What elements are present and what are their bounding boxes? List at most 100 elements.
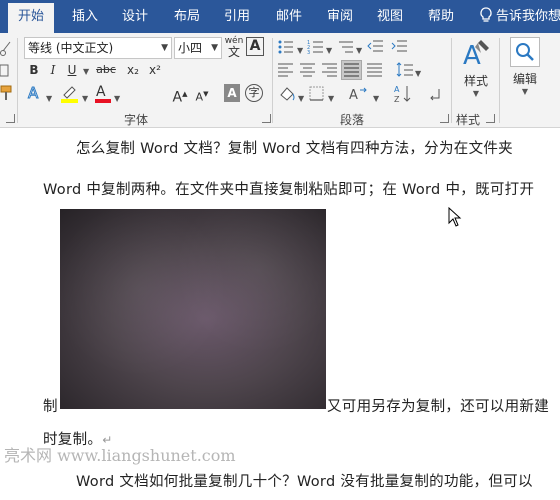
chevron-down-icon[interactable]: ▼: [415, 66, 421, 82]
tell-me-box[interactable]: 告诉我你想: [479, 0, 560, 33]
chevron-down-icon: ▼: [521, 87, 529, 96]
align-center-icon[interactable]: [299, 62, 317, 78]
paragraph-group-label: 段落: [340, 113, 365, 127]
underline-button[interactable]: U: [64, 59, 80, 81]
doc-line-5: Word 文档如何批量复制几十个？Word 没有批量复制的功能，但可以: [76, 474, 533, 490]
shrink-glyph: A: [195, 90, 204, 104]
justify-button[interactable]: [341, 60, 362, 80]
grow-font-button[interactable]: A▲: [171, 83, 189, 106]
svg-text:3: 3: [307, 50, 310, 55]
character-border-char: A: [249, 38, 261, 54]
chevron-down-icon[interactable]: ▼: [326, 43, 332, 59]
font-color-icon[interactable]: A: [94, 83, 112, 103]
chevron-down-icon[interactable]: ▼: [298, 91, 304, 107]
phonetic-guide-button[interactable]: wén 文: [224, 36, 244, 58]
character-shading-button[interactable]: A: [224, 84, 240, 102]
font-dialog-launcher[interactable]: [262, 114, 271, 123]
bullets-icon[interactable]: [277, 39, 299, 55]
strike-glyph: abc: [96, 63, 116, 76]
styles-dialog-launcher[interactable]: [486, 114, 495, 123]
svg-text:Z: Z: [394, 95, 400, 104]
doc-line-1: 怎么复制 Word 文档？复制 Word 文档有四种方法，分为在文件夹: [76, 141, 513, 157]
svg-text:A: A: [28, 84, 39, 102]
line-spacing-icon[interactable]: [396, 61, 414, 79]
mouse-pointer-icon: [448, 207, 462, 227]
styles-icon: A: [463, 40, 489, 71]
chevron-down-icon[interactable]: ▼: [46, 91, 52, 107]
embedded-image[interactable]: [60, 209, 326, 409]
copy-icon[interactable]: [0, 63, 12, 79]
borders-icon[interactable]: [309, 86, 325, 102]
styles-label: 样式: [463, 74, 488, 88]
document-page[interactable]: 怎么复制 Word 文档？复制 Word 文档有四种方法，分为在文件夹 Word…: [0, 129, 560, 500]
align-right-icon[interactable]: [321, 62, 339, 78]
chevron-down-icon[interactable]: ▼: [83, 64, 89, 80]
editing-button[interactable]: 编辑 ▼: [505, 37, 545, 96]
format-painter-icon[interactable]: [0, 85, 14, 101]
font-name-value: 等线 (中文正文): [28, 41, 114, 55]
ribbon-tab-bar: 开始 插入 设计 布局 引用 邮件 审阅 视图 帮助 告诉我你想: [0, 0, 560, 33]
tab-help[interactable]: 帮助: [428, 0, 454, 33]
clipboard-launcher[interactable]: [6, 114, 15, 123]
shrink-font-button[interactable]: A▼: [193, 83, 211, 105]
italic-glyph: I: [50, 63, 56, 77]
tab-home[interactable]: 开始: [8, 3, 55, 33]
text-effects-icon[interactable]: A: [26, 84, 44, 102]
decrease-indent-icon[interactable]: [367, 39, 385, 55]
ribbon: 等线 (中文正文) ▼ 小四 ▼ wén 文 A B I U ▼ abc x₂ …: [0, 33, 560, 128]
chinese-layout-icon[interactable]: A: [349, 85, 371, 103]
tell-me-text: 告诉我你想: [496, 9, 560, 24]
strikethrough-button[interactable]: abc: [93, 59, 119, 81]
underline-glyph: U: [67, 63, 77, 77]
character-border-button[interactable]: A: [246, 37, 264, 56]
search-icon: [510, 37, 540, 67]
watermark: 亮术网 www.liangshunet.com: [4, 446, 236, 465]
chevron-down-icon[interactable]: ▼: [328, 91, 334, 107]
chevron-down-icon: ▼: [472, 89, 480, 98]
align-left-icon[interactable]: [277, 62, 295, 78]
distributed-icon[interactable]: [366, 62, 384, 78]
separator: [17, 38, 18, 123]
chevron-down-icon[interactable]: ▼: [297, 43, 303, 59]
tab-references[interactable]: 引用: [224, 0, 250, 33]
bold-glyph: B: [29, 63, 39, 77]
chevron-down-icon[interactable]: ▼: [114, 91, 120, 107]
cut-icon[interactable]: [0, 41, 12, 57]
highlight-icon[interactable]: [60, 83, 80, 103]
shading-glyph: A: [227, 86, 237, 100]
doc-line-3-prefix: 制: [43, 399, 58, 415]
chevron-down-icon: ▼: [211, 43, 218, 53]
superscript-button[interactable]: x²: [146, 59, 164, 81]
sort-icon[interactable]: AZ: [394, 84, 412, 104]
separator: [272, 38, 273, 123]
paragraph-dialog-launcher[interactable]: [440, 114, 449, 123]
tab-layout[interactable]: 布局: [174, 0, 200, 33]
increase-indent-icon[interactable]: [391, 39, 409, 55]
font-size-combo[interactable]: 小四 ▼: [174, 37, 222, 59]
tab-insert[interactable]: 插入: [72, 0, 98, 33]
separator: [451, 38, 452, 123]
doc-line-2: Word 中复制两种。在文件夹中直接复制粘贴即可；在 Word 中，既可打开: [43, 182, 535, 198]
enclose-glyph: 字: [248, 86, 260, 99]
chevron-down-icon[interactable]: ▼: [356, 43, 362, 59]
doc-line-3-suffix: 又可用另存为复制，还可以用新建: [327, 399, 549, 415]
subscript-glyph: x₂: [127, 63, 139, 77]
tab-view[interactable]: 视图: [377, 0, 403, 33]
tab-mailings[interactable]: 邮件: [276, 0, 302, 33]
lightbulb-icon: [480, 7, 492, 22]
font-name-combo[interactable]: 等线 (中文正文) ▼: [24, 37, 172, 59]
chevron-down-icon[interactable]: ▼: [373, 91, 379, 107]
chevron-down-icon[interactable]: ▼: [82, 91, 88, 107]
tab-design[interactable]: 设计: [122, 0, 148, 33]
italic-button[interactable]: I: [46, 59, 60, 81]
subscript-button[interactable]: x₂: [124, 59, 142, 81]
shading-icon[interactable]: [277, 85, 297, 103]
tab-review[interactable]: 审阅: [327, 0, 353, 33]
enclose-characters-button[interactable]: 字: [245, 84, 263, 102]
bold-button[interactable]: B: [26, 59, 42, 81]
styles-button[interactable]: A 样式 ▼: [457, 37, 495, 98]
editing-label: 编辑: [512, 72, 537, 86]
styles-group-label: 样式: [456, 113, 481, 127]
show-formatting-icon[interactable]: [428, 87, 442, 101]
svg-text:A: A: [394, 85, 400, 94]
